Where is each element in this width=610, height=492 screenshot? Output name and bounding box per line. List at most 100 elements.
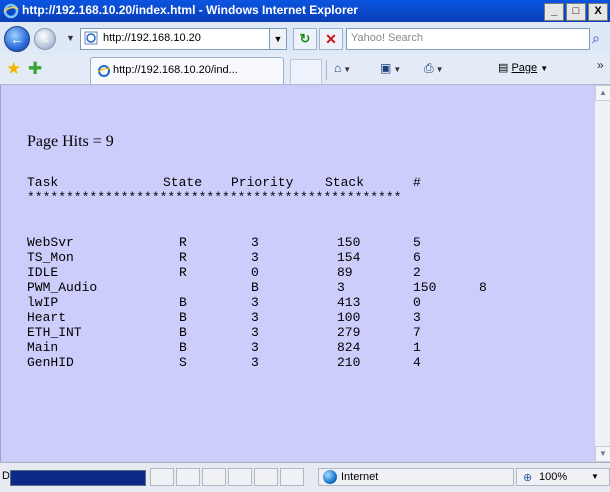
table-row: ETH_INT B 3 279 7 (27, 325, 421, 340)
cell-count: 5 (413, 235, 421, 250)
tab-active[interactable]: http://192.168.10.20/ind... (90, 57, 284, 84)
zoom-level: 100% (539, 471, 568, 483)
header-priority: Priority (231, 175, 294, 190)
page-icon (84, 31, 98, 45)
cell-count: 4 (413, 355, 421, 370)
zoom-dropdown-icon[interactable]: ▼ (591, 472, 599, 481)
cell-count: 150 (413, 280, 437, 295)
cell-stack: 150 (337, 235, 361, 250)
cell-task: Main (27, 340, 59, 355)
cell-count: 6 (413, 250, 421, 265)
search-box[interactable]: Yahoo! Search (346, 28, 590, 50)
cell-priority: B (251, 280, 259, 295)
cell-stack: 89 (337, 265, 353, 280)
page-menu-label: Page (511, 62, 538, 74)
cell-stack: 100 (337, 310, 361, 325)
forward-button[interactable]: → (34, 28, 56, 50)
status-pane (176, 468, 200, 486)
window-title: http://192.168.10.20/index.html - Window… (22, 3, 358, 17)
cell-state: B (179, 310, 187, 325)
cell-stack: 210 (337, 355, 361, 370)
cell-state: B (179, 340, 187, 355)
cell-stack: 154 (337, 250, 361, 265)
tab-label: http://192.168.10.20/ind... (113, 64, 238, 76)
favorites-star-icon[interactable]: ★ (6, 60, 21, 77)
table-row: Main B 3 824 1 (27, 340, 421, 355)
table-row: WebSvr R 3 150 5 (27, 235, 421, 250)
tab-page-icon (97, 65, 111, 77)
cell-task: ETH_INT (27, 325, 82, 340)
header-stack: Stack (325, 175, 365, 190)
address-input[interactable]: http://192.168.10.20 (103, 32, 201, 44)
zoom-control[interactable]: ⊕ 100% ▼ (516, 468, 610, 486)
security-zone[interactable]: Internet (318, 468, 514, 486)
cell-priority: 3 (251, 310, 259, 325)
page-dropdown-icon: ▼ (540, 64, 549, 73)
task-table: Task State Priority Stack # ************… (27, 175, 487, 370)
status-pane (280, 468, 304, 486)
cell-priority: 3 (251, 355, 259, 370)
cell-state: B (179, 325, 187, 340)
minimize-button[interactable]: _ (544, 3, 564, 21)
stop-button[interactable]: ✕ (319, 28, 343, 50)
cell-priority: 3 (251, 235, 259, 250)
home-button[interactable]: ⌂ ▼ (334, 61, 351, 75)
cell-task: GenHID (27, 355, 74, 370)
cell-priority: 0 (251, 265, 259, 280)
recent-pages-dropdown-icon[interactable]: ▼ (66, 33, 75, 43)
page-content: Page Hits = 9 Task State Priority Stack … (0, 85, 595, 462)
table-row: lwIP B 3 413 0 (27, 295, 421, 310)
scroll-down-icon[interactable]: ▼ (595, 446, 610, 462)
print-dropdown-icon[interactable]: ▼ (436, 65, 444, 74)
table-row: Heart B 3 100 3 (27, 310, 421, 325)
page-menu-button[interactable]: ▤ Page ▼ (498, 61, 548, 74)
status-pane (254, 468, 278, 486)
close-button[interactable]: X (588, 3, 608, 21)
table-row: GenHID S 3 210 4 (27, 355, 421, 370)
status-pane (202, 468, 226, 486)
cell-count: 2 (413, 265, 421, 280)
ie-logo-icon (3, 3, 19, 19)
scroll-up-icon[interactable]: ▲ (595, 85, 610, 101)
feeds-button[interactable]: ▣ ▼ (380, 61, 401, 75)
maximize-button[interactable]: □ (566, 3, 586, 21)
title-bar: http://192.168.10.20/index.html - Window… (0, 0, 610, 23)
vertical-scrollbar[interactable]: ▲ ▼ (594, 85, 610, 462)
globe-icon (323, 470, 337, 484)
more-commands-button[interactable]: » (597, 58, 604, 72)
home-icon: ⌂ (334, 61, 342, 75)
print-button[interactable]: ⎙ ▼ (424, 61, 444, 76)
search-input[interactable]: Yahoo! Search (351, 32, 423, 44)
address-dropdown-icon[interactable]: ▼ (269, 29, 286, 49)
cell-state: R (179, 235, 187, 250)
search-icon[interactable]: ⌕ (592, 28, 610, 48)
cell-stack: 413 (337, 295, 361, 310)
header-state: State (163, 175, 203, 190)
add-favorite-icon[interactable]: ✚ (28, 60, 42, 77)
address-bar[interactable]: http://192.168.10.20 ▼ (80, 28, 287, 50)
print-icon: ⎙ (424, 61, 434, 75)
home-dropdown-icon[interactable]: ▼ (343, 65, 351, 74)
separator: ****************************************… (27, 190, 402, 205)
command-bar: ★ ✚ http://192.168.10.20/ind... ⌂ ▼ ▣ ▼ ⎙ ▼… (0, 54, 610, 85)
cell-state: B (179, 295, 187, 310)
page-menu-icon: ▤ (498, 62, 509, 74)
table-row: PWM_Audio B 3 150 8 (27, 280, 487, 295)
cell-priority: 3 (251, 340, 259, 355)
cell-task: IDLE (27, 265, 59, 280)
refresh-button[interactable]: ↻ (293, 28, 317, 50)
cell-task: PWM_Audio (27, 280, 98, 295)
status-bar: D Internet ⊕ 100% ▼ (0, 462, 610, 492)
cell-extra: 8 (479, 280, 487, 295)
cell-priority: 3 (251, 295, 259, 310)
new-tab-button[interactable] (290, 59, 322, 84)
cell-stack: 824 (337, 340, 361, 355)
cell-task: Heart (27, 310, 67, 325)
back-button[interactable]: ← (4, 26, 30, 52)
cell-stack: 279 (337, 325, 361, 340)
status-pane (228, 468, 252, 486)
table-row: IDLE R 0 89 2 (27, 265, 421, 280)
feeds-icon: ▣ (380, 61, 392, 75)
feeds-dropdown-icon[interactable]: ▼ (393, 65, 401, 74)
